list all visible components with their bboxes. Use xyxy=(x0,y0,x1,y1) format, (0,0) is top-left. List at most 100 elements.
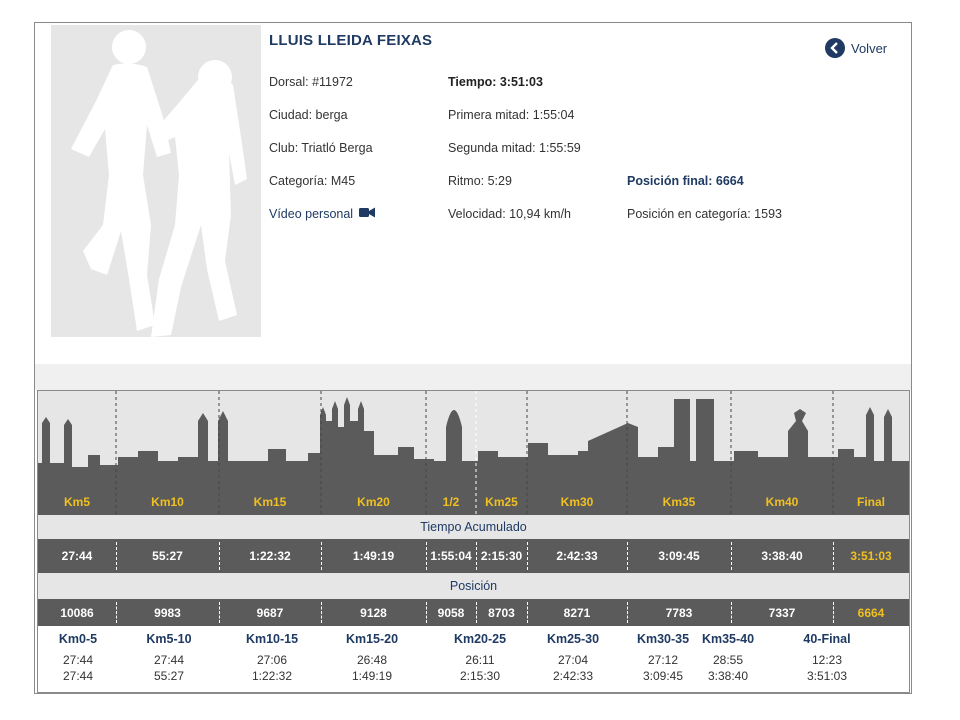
checkpoint-label: Km10 xyxy=(151,495,184,509)
tiempo-cell: 3:51:03 xyxy=(850,549,892,563)
segment-cumulative-time: 1:22:32 xyxy=(251,669,293,683)
posicion-title: Posición xyxy=(449,579,498,593)
posicion-cell: 9128 xyxy=(360,605,387,620)
splits-panel: Km5 Km10 Km15 Km20 1/2 Km25 Km30 Km35 Km40 Final … xyxy=(37,390,910,693)
column-separator xyxy=(627,602,628,623)
column-separator xyxy=(627,542,628,570)
video-personal-label: Vídeo personal xyxy=(269,207,354,221)
segment-column: Km5-10 27:44 55:27 xyxy=(119,626,219,684)
segment-label: Km10-15 xyxy=(245,632,299,646)
section-divider xyxy=(35,364,911,390)
segment-column: Km35-40 28:55 3:38:40 xyxy=(678,626,778,684)
segment-partial-time: 27:04 xyxy=(557,653,589,667)
tiempo-cell: 3:38:40 xyxy=(761,549,803,563)
segment-partial-time: 27:44 xyxy=(153,653,185,667)
column-separator xyxy=(321,542,322,570)
segment-label: Km5-10 xyxy=(146,632,192,646)
segment-cumulative-time: 3:38:40 xyxy=(707,669,749,683)
velocidad-text: Velocidad: 10,94 km/h xyxy=(448,207,571,221)
column-separator xyxy=(116,542,117,570)
tiempo-cell: 3:09:45 xyxy=(658,549,700,563)
runner-name: LLUIS LLEIDA FEIXAS xyxy=(269,32,433,49)
segment-column: Km10-15 27:06 1:22:32 xyxy=(222,626,322,684)
dorsal-text: Dorsal: #11972 xyxy=(269,75,353,89)
segments-table: Km0-5 27:44 27:44 Km5-10 27:44 55:27 Km10-15 27… xyxy=(38,626,909,692)
video-camera-icon xyxy=(359,207,376,221)
posicion-cell: 9983 xyxy=(154,605,181,620)
column-separator xyxy=(527,602,528,623)
segment-partial-time: 28:55 xyxy=(712,653,744,667)
segment-label: Km0-5 xyxy=(58,632,98,646)
segunda-mitad-text: Segunda mitad: 1:55:59 xyxy=(448,141,581,155)
segment-partial-time: 12:23 xyxy=(811,653,843,667)
tiempo-cell: 1:49:19 xyxy=(352,549,395,563)
column-separator xyxy=(219,602,220,623)
tiempo-acumulado-title: Tiempo Acumulado xyxy=(420,520,527,534)
checkpoint-label: Km35 xyxy=(663,495,696,509)
posicion-cell: 8271 xyxy=(563,605,591,620)
posicion-categoria-text: Posición en categoría: 1593 xyxy=(627,207,782,221)
column-separator xyxy=(426,602,427,623)
checkpoint-label: Km40 xyxy=(766,495,799,509)
tiempo-cell: 2:42:33 xyxy=(556,549,598,563)
posicion-final-text: Posición final: 6664 xyxy=(627,174,744,188)
column-separator xyxy=(116,602,117,623)
column-separator xyxy=(321,602,322,623)
segment-partial-time: 27:06 xyxy=(256,653,288,667)
column-separator xyxy=(476,602,477,623)
segment-cumulative-time: 1:49:19 xyxy=(351,669,393,683)
tiempo-cell: 2:15:30 xyxy=(480,549,523,563)
segment-label: Km25-30 xyxy=(546,632,600,646)
column-separator xyxy=(426,542,427,570)
posicion-cell: 8703 xyxy=(488,605,515,620)
segment-column: 40-Final 12:23 3:51:03 xyxy=(777,626,877,684)
segment-cumulative-time: 27:44 xyxy=(62,669,94,683)
tiempo-cell: 27:44 xyxy=(61,549,93,563)
video-personal-link[interactable]: Vídeo personal xyxy=(269,207,376,221)
column-separator xyxy=(219,542,220,570)
barcelona-skyline-graphic: Km5 Km10 Km15 Km20 1/2 Km25 Km30 Km35 Km40 Final xyxy=(38,391,909,515)
checkpoint-label: Km20 xyxy=(357,495,390,509)
segment-label: 40-Final xyxy=(803,632,851,646)
categoria-text: Categoría: M45 xyxy=(269,174,356,188)
posicion-cell: 6664 xyxy=(857,605,885,620)
checkpoint-label: Km30 xyxy=(561,495,594,509)
checkpoint-label: Km5 xyxy=(64,495,90,509)
segment-partial-time: 26:11 xyxy=(465,653,495,667)
posicion-cell: 10086 xyxy=(60,605,94,620)
checkpoint-label: Km25 xyxy=(485,495,518,509)
segment-label: Km15-20 xyxy=(345,632,399,646)
ritmo-text: Ritmo: 5:29 xyxy=(448,174,512,188)
column-separator xyxy=(833,542,834,570)
segment-column: Km25-30 27:04 2:42:33 xyxy=(523,626,623,684)
segment-column: Km15-20 26:48 1:49:19 xyxy=(322,626,422,684)
back-button-label: Volver xyxy=(851,40,888,56)
tiempo-cell: 1:22:32 xyxy=(249,549,291,563)
column-separator xyxy=(731,602,732,623)
ciudad-text: Ciudad: berga xyxy=(269,108,348,122)
segment-cumulative-time: 2:15:30 xyxy=(459,669,501,683)
posicion-cell: 7337 xyxy=(768,605,796,620)
posicion-cell: 7783 xyxy=(665,605,693,620)
segment-partial-time: 26:48 xyxy=(356,653,388,667)
tiempo-cell: 1:55:04 xyxy=(430,549,472,563)
segment-cumulative-time: 55:27 xyxy=(153,669,185,683)
back-button[interactable]: Volver xyxy=(825,38,887,58)
tiempos-row: 27:44 55:27 1:22:32 1:49:19 1:55:04 2:15:30 2:… xyxy=(38,539,909,573)
tiempo-acumulado-header: Tiempo Acumulado xyxy=(38,515,909,539)
segment-column: Km0-5 27:44 27:44 xyxy=(28,626,128,684)
runner-silhouette-image xyxy=(51,25,261,337)
segment-label: Km20-25 xyxy=(453,632,507,646)
checkpoint-label: Km15 xyxy=(254,495,287,509)
segment-label: Km35-40 xyxy=(701,632,755,646)
checkpoint-label: 1/2 xyxy=(443,495,460,509)
chevron-left-icon xyxy=(825,38,845,58)
tiempo-total: Tiempo: 3:51:03 xyxy=(448,75,543,89)
tiempo-cell: 55:27 xyxy=(152,549,183,563)
runner-card: LLUIS LLEIDA FEIXAS Volver Dorsal: #1197… xyxy=(34,22,912,694)
segment-column: Km20-25 26:11 2:15:30 xyxy=(430,626,530,684)
segment-partial-time: 27:44 xyxy=(62,653,94,667)
column-separator xyxy=(476,542,477,570)
segment-cumulative-time: 3:51:03 xyxy=(806,669,848,683)
posicion-cell: 9687 xyxy=(256,605,284,620)
